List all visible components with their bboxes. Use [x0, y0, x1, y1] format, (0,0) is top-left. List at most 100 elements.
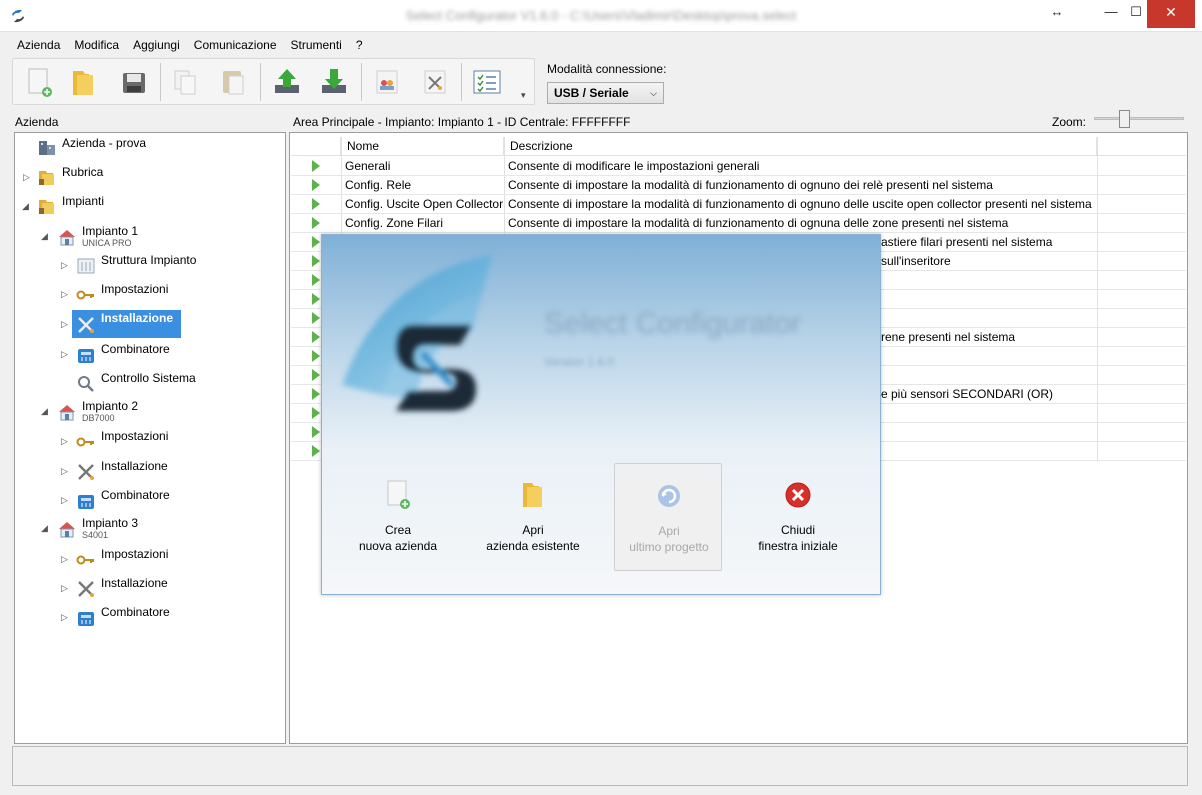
- download-icon[interactable]: [318, 65, 350, 99]
- tree-label: Rubrica: [62, 165, 104, 179]
- tree-item-combinatore[interactable]: ▷ Combinatore: [15, 341, 285, 367]
- tree-label: Impostazioni: [101, 429, 169, 443]
- column-header-descrizione[interactable]: Descrizione: [504, 137, 1097, 156]
- menu-aggiungi[interactable]: Aggiungi: [126, 36, 187, 56]
- tree-label: Installazione: [101, 576, 168, 590]
- play-icon[interactable]: [312, 160, 320, 172]
- play-icon[interactable]: [312, 198, 320, 210]
- tree-label: Impostazioni: [101, 547, 169, 561]
- collapse-arrow-icon[interactable]: ◢: [22, 201, 29, 212]
- play-icon[interactable]: [312, 350, 320, 362]
- expand-arrow-icon[interactable]: ▷: [61, 260, 68, 271]
- menu-comunicazione[interactable]: Comunicazione: [187, 36, 284, 56]
- close-button[interactable]: ✕: [1147, 0, 1195, 28]
- tree-item-installazione[interactable]: ▷ Installazione: [15, 458, 285, 484]
- column-header-nome[interactable]: Nome: [341, 137, 504, 156]
- play-icon[interactable]: [312, 274, 320, 286]
- people-icon[interactable]: [371, 65, 403, 99]
- tree-item-installazione[interactable]: ▷ Installazione: [15, 575, 285, 601]
- zoom-slider-thumb[interactable]: [1119, 110, 1130, 128]
- expand-arrow-icon[interactable]: ▷: [61, 554, 68, 565]
- expand-arrow-icon[interactable]: ▷: [61, 466, 68, 477]
- open-folder-icon[interactable]: [67, 65, 99, 99]
- expand-arrow-icon[interactable]: ▷: [61, 436, 68, 447]
- play-icon[interactable]: [312, 312, 320, 324]
- copy-icon[interactable]: [169, 65, 201, 99]
- tree-item-impostazioni[interactable]: ▷ Impostazioni: [15, 281, 285, 307]
- toolbar-separator: [160, 63, 161, 101]
- row-name: Config. Uscite Open Collector: [345, 197, 504, 211]
- tree-item-impianti[interactable]: ◢ Impianti: [15, 193, 285, 219]
- collapse-arrow-icon[interactable]: ◢: [41, 406, 48, 417]
- row-name: Generali: [345, 159, 391, 173]
- expand-arrow-icon[interactable]: ▷: [61, 319, 68, 330]
- tree-item-rubrica[interactable]: ▷ Rubrica: [15, 164, 285, 190]
- table-row[interactable]: Config. Rele Consente di impostare la mo…: [291, 176, 1186, 195]
- tree-item-impianto-2[interactable]: ◢ Impianto 2 DB7000: [15, 398, 285, 426]
- toolbar-overflow-icon[interactable]: ▾: [521, 90, 526, 101]
- action-label: Crea: [384, 523, 411, 537]
- create-company-button[interactable]: Crea nuova azienda: [344, 463, 452, 571]
- collapse-arrow-icon[interactable]: ◢: [41, 231, 48, 242]
- expand-arrow-icon[interactable]: ▷: [61, 583, 68, 594]
- table-row[interactable]: Generali Consente di modificare le impos…: [291, 157, 1186, 176]
- play-icon[interactable]: [312, 445, 320, 457]
- tools-icon[interactable]: [419, 65, 451, 99]
- tree-item-impianto-3[interactable]: ◢ Impianto 3 S4001: [15, 515, 285, 543]
- grid-header-spacer: [291, 137, 341, 156]
- tree-item-combinatore[interactable]: ▷ Combinatore: [15, 487, 285, 513]
- tree-item-impostazioni[interactable]: ▷ Impostazioni: [15, 546, 285, 572]
- tree-item-controllo-sistema[interactable]: Controllo Sistema: [15, 370, 285, 396]
- save-disk-icon[interactable]: [117, 65, 149, 99]
- expand-arrow-icon[interactable]: ▷: [61, 349, 68, 360]
- expand-arrow-icon[interactable]: ▷: [61, 289, 68, 300]
- expand-arrow-icon[interactable]: ▷: [23, 172, 30, 183]
- open-company-button[interactable]: Apri azienda esistente: [479, 463, 587, 571]
- tree-item-impianto-1[interactable]: ◢ Impianto 1 UNICA PRO: [15, 223, 285, 251]
- tree-item-combinatore[interactable]: ▷ Combinatore: [15, 604, 285, 630]
- project-tree[interactable]: Azienda - prova ▷ Rubrica ◢ Impianti ◢ I…: [14, 132, 286, 744]
- play-icon[interactable]: [312, 236, 320, 248]
- tree-label: Impianti: [62, 194, 105, 208]
- menu-azienda[interactable]: Azienda: [10, 36, 67, 56]
- play-icon[interactable]: [312, 255, 320, 267]
- tree-item-azienda[interactable]: Azienda - prova: [15, 135, 285, 161]
- connection-mode-value: USB / Seriale: [554, 86, 629, 100]
- paste-icon[interactable]: [217, 65, 249, 99]
- play-icon[interactable]: [312, 331, 320, 343]
- close-start-dialog-button[interactable]: Chiudi finestra iniziale: [744, 463, 852, 571]
- tree-item-struttura-impianto[interactable]: ▷ Struttura Impianto: [15, 252, 285, 278]
- phone-dialer-icon: [78, 349, 94, 363]
- table-row[interactable]: Config. Uscite Open Collector Consente d…: [291, 195, 1186, 214]
- chevron-down-icon: ⌵: [650, 88, 657, 98]
- zoom-slider-track[interactable]: [1094, 117, 1184, 120]
- phone-dialer-icon: [78, 495, 94, 509]
- play-icon[interactable]: [312, 179, 320, 191]
- checklist-icon[interactable]: [471, 65, 503, 99]
- resize-icon[interactable]: ↔: [1034, 0, 1080, 28]
- open-last-project-button[interactable]: Apri ultimo progetto: [614, 463, 722, 571]
- expand-arrow-icon[interactable]: ▷: [61, 612, 68, 623]
- play-icon[interactable]: [312, 293, 320, 305]
- menu-strumenti[interactable]: Strumenti: [284, 36, 349, 56]
- play-icon[interactable]: [312, 217, 320, 229]
- house-icon: [59, 405, 75, 421]
- upload-icon[interactable]: [271, 65, 303, 99]
- play-icon[interactable]: [312, 426, 320, 438]
- menu-help[interactable]: ?: [349, 36, 370, 56]
- play-icon[interactable]: [312, 388, 320, 400]
- row-name: Config. Rele: [345, 178, 412, 192]
- table-row[interactable]: Config. Zone Filari Consente di impostar…: [291, 214, 1186, 233]
- play-icon[interactable]: [312, 369, 320, 381]
- window-title: Select Configurator V1.6.0 - C:\Users\Vl…: [405, 8, 797, 23]
- menu-modifica[interactable]: Modifica: [67, 36, 126, 56]
- collapse-arrow-icon[interactable]: ◢: [41, 523, 48, 534]
- connection-mode-select[interactable]: USB / Seriale ⌵: [547, 82, 664, 104]
- splash-title: Select Configurator: [544, 307, 801, 340]
- new-document-icon[interactable]: [23, 65, 55, 99]
- start-dialog: Select Configurator Version 1.6.0 Crea n…: [321, 234, 881, 595]
- tree-item-installazione[interactable]: ▷ Installazione: [15, 310, 285, 340]
- tree-item-impostazioni[interactable]: ▷ Impostazioni: [15, 428, 285, 454]
- expand-arrow-icon[interactable]: ▷: [61, 495, 68, 506]
- play-icon[interactable]: [312, 407, 320, 419]
